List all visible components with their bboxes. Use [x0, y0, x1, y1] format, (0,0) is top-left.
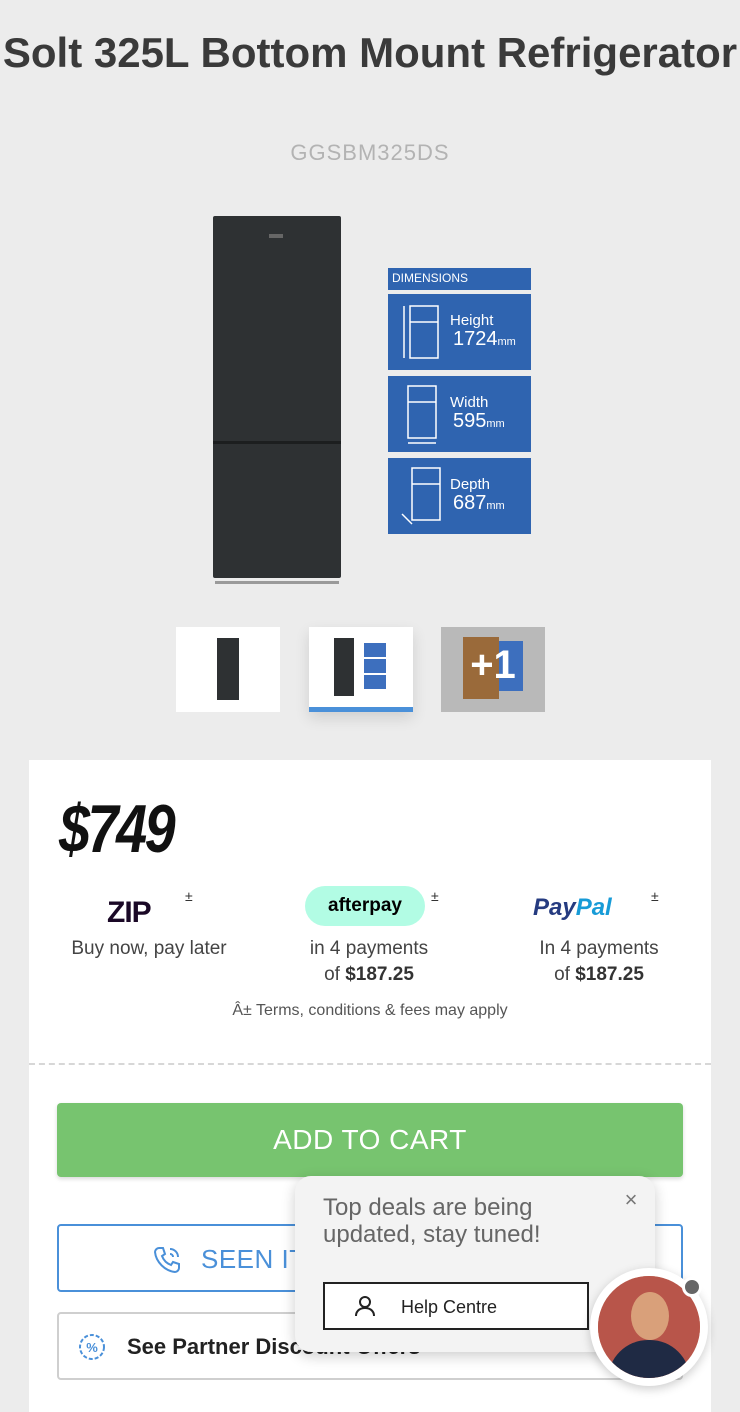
- paypal-terms-mark: ±: [651, 888, 659, 904]
- fridge-depth-icon: [401, 467, 441, 525]
- seen-it-label: SEEN IT: [201, 1244, 306, 1274]
- svg-text:%: %: [86, 1340, 98, 1355]
- width-label: Width: [450, 394, 489, 411]
- thumbnail-fridge: [217, 638, 239, 700]
- close-icon[interactable]: ×: [619, 1188, 643, 1212]
- product-price: $749: [59, 791, 176, 867]
- thumbnail-dimensions: [364, 643, 386, 691]
- depth-value: 687mm: [453, 492, 505, 514]
- help-centre-label: Help Centre: [401, 1297, 498, 1317]
- more-images-count: +1: [470, 643, 516, 687]
- fridge-width-icon: [407, 385, 437, 444]
- status-indicator: [682, 1277, 702, 1297]
- payment-terms: Â± Terms, conditions & fees may apply: [232, 1002, 508, 1019]
- paypal-installments: In 4 payments: [539, 938, 659, 959]
- dimension-depth: Depth 687mm: [388, 458, 531, 534]
- paypal-payment-option[interactable]: PayPal ± In 4 payments of $187.25: [479, 880, 719, 988]
- afterpay-terms-mark: ±: [431, 888, 439, 904]
- thumbnail-1[interactable]: [176, 627, 280, 712]
- phone-icon: [153, 1247, 180, 1274]
- zip-tagline: Buy now, pay later: [71, 938, 227, 959]
- zip-terms-mark: ±: [185, 888, 193, 904]
- help-centre-button[interactable]: Help Centre: [323, 1282, 589, 1330]
- dimensions-header: DIMENSIONS: [388, 268, 531, 290]
- depth-label: Depth: [450, 476, 491, 493]
- section-divider: [29, 1063, 711, 1065]
- product-title: Solt 325L Bottom Mount Refrigerator: [2, 29, 738, 76]
- afterpay-installments: in 4 payments: [309, 938, 429, 959]
- fridge-logo: [269, 234, 283, 238]
- add-to-cart-button[interactable]: ADD TO CART: [57, 1103, 683, 1177]
- thumbnail-fridge: [334, 638, 354, 696]
- afterpay-amount: of $187.25: [324, 964, 414, 985]
- thumbnail-2-selected[interactable]: [309, 627, 413, 712]
- dimension-height: Height 1724mm: [388, 294, 531, 370]
- user-icon: [355, 1296, 375, 1317]
- width-value: 595mm: [453, 410, 505, 432]
- height-value: 1724mm: [453, 328, 516, 350]
- zip-payment-option[interactable]: ZIP ± Buy now, pay later: [29, 880, 269, 962]
- dimension-width: Width 595mm: [388, 376, 531, 452]
- zip-logo: ZIP: [107, 896, 152, 929]
- chat-message: Top deals are being updated, stay tuned!: [323, 1194, 541, 1248]
- paypal-amount: of $187.25: [554, 964, 644, 985]
- fridge-height-icon: [403, 305, 439, 359]
- discount-badge-icon: %: [79, 1334, 105, 1360]
- height-label: Height: [450, 312, 494, 329]
- thumbnail-more[interactable]: +1: [441, 627, 545, 712]
- dimensions-graphic: DIMENSIONS Height 1724mm Width 595mm Dep…: [388, 268, 531, 540]
- paypal-logo: PayPal: [533, 894, 612, 921]
- product-sku: GGSBM325DS: [290, 140, 450, 165]
- afterpay-logo: afterpay: [305, 886, 425, 926]
- product-image-fridge[interactable]: [213, 216, 341, 584]
- fridge-feet: [215, 578, 339, 584]
- fridge-door-seam: [213, 441, 341, 444]
- chat-launcher[interactable]: [590, 1268, 710, 1389]
- afterpay-payment-option[interactable]: afterpay ± in 4 payments of $187.25: [249, 880, 489, 988]
